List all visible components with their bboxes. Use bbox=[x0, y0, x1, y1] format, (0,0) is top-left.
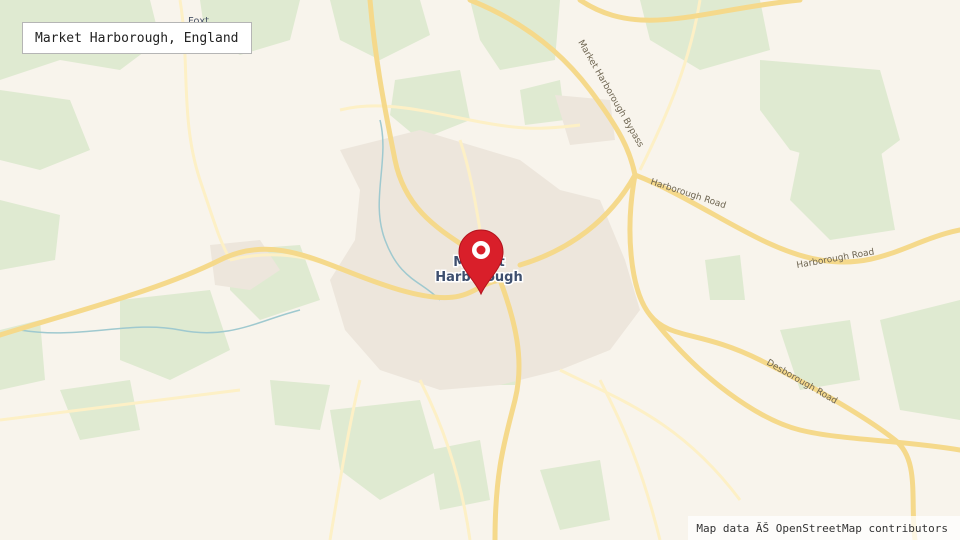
map-view[interactable]: Market Harborough Bypass Harborough Road… bbox=[0, 0, 960, 540]
road-label-harborough-road-2: Harborough Road bbox=[796, 247, 875, 271]
road-label-harborough-road-1: Harborough Road bbox=[649, 177, 727, 211]
location-title-box: Market Harborough, England bbox=[22, 22, 252, 54]
attribution-text: Map data ĂŠ OpenStreetMap contributors bbox=[696, 521, 948, 535]
map-attribution: Map data ĂŠ OpenStreetMap contributors bbox=[688, 516, 960, 540]
location-title: Market Harborough, England bbox=[35, 30, 239, 46]
map-canvas: Market Harborough Bypass Harborough Road… bbox=[0, 0, 960, 540]
